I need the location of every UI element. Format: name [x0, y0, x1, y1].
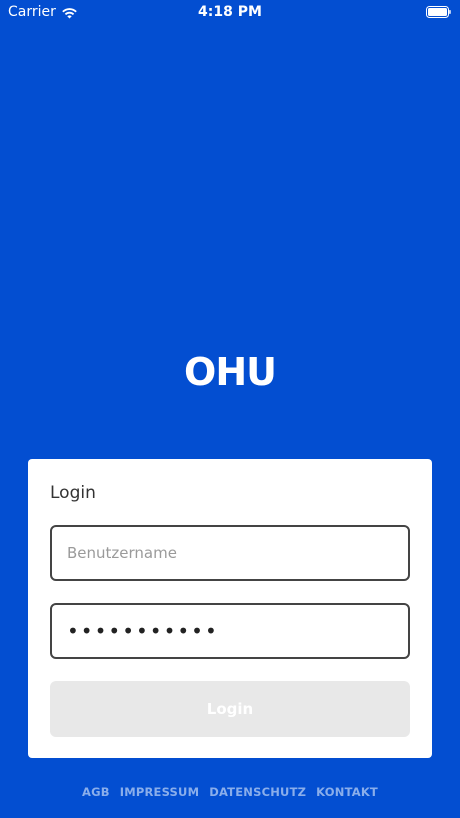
- footer-link-agb[interactable]: AGB: [82, 785, 110, 799]
- username-input[interactable]: [67, 544, 408, 562]
- status-time: 4:18 PM: [198, 4, 262, 20]
- status-bar: Carrier 4:18 PM: [0, 0, 460, 24]
- footer-link-kontakt[interactable]: KONTAKT: [316, 785, 378, 799]
- footer-links: AGB IMPRESSUM DATENSCHUTZ KONTAKT: [0, 785, 460, 799]
- login-card: Login Login: [28, 459, 432, 758]
- password-field[interactable]: [50, 603, 410, 659]
- login-title: Login: [50, 483, 96, 503]
- battery-full-icon: [426, 6, 451, 18]
- footer-link-datenschutz[interactable]: DATENSCHUTZ: [209, 785, 306, 799]
- login-screen: Carrier 4:18 PM OHU Login Login AGB IMPR…: [0, 0, 460, 818]
- login-button[interactable]: Login: [50, 681, 410, 737]
- ohu-logo: OHU: [184, 350, 277, 394]
- username-field[interactable]: [50, 525, 410, 581]
- password-input[interactable]: [67, 619, 408, 643]
- footer-link-impressum[interactable]: IMPRESSUM: [120, 785, 200, 799]
